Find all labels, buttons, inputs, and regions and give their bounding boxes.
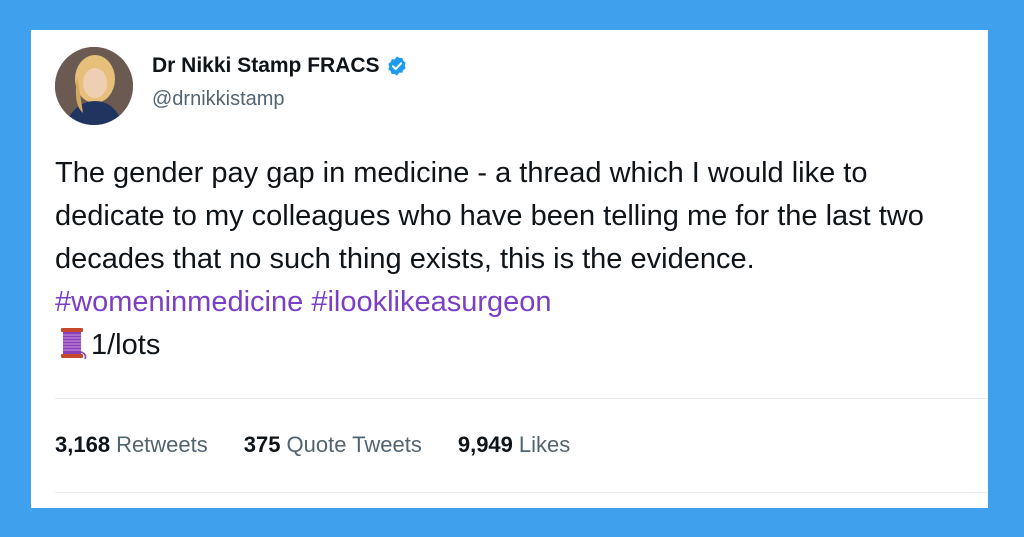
author-display-name[interactable]: Dr Nikki Stamp FRACS [152,54,380,78]
retweets-stat[interactable]: 3,168 Retweets [55,432,208,458]
retweets-label: Retweets [116,432,208,457]
likes-count: 9,949 [457,432,513,457]
likes-stat[interactable]: 9,949 Likes [458,432,570,458]
hashtag-link[interactable]: #ilooklikeasurgeon [311,286,551,318]
verified-badge-icon [387,56,406,76]
author-handle[interactable]: @drnikkistamp [152,88,285,111]
divider [55,492,988,493]
likes-label: Likes [518,432,571,457]
tweet-body-text: The gender pay gap in medicine - a threa… [55,157,924,275]
engagement-stats: 3,168 Retweets 375 Quote Tweets 9,949 Likes [55,432,570,458]
quote-tweets-label: Quote Tweets [286,432,422,457]
tweet-card: Dr Nikki Stamp FRACS @drnikkistamp The g… [31,30,988,508]
thread-marker: 1/lots [91,329,161,361]
quote-tweets-stat[interactable]: 375 Quote Tweets [244,432,422,458]
author-name-row[interactable]: Dr Nikki Stamp FRACS [152,54,408,78]
tweet-text: The gender pay gap in medicine - a threa… [55,152,975,367]
quote-tweets-count: 375 [243,432,281,457]
divider [55,398,988,399]
retweets-count: 3,168 [55,432,111,457]
hashtag-link[interactable]: #womeninmedicine [55,286,303,318]
profile-photo-icon [55,47,133,125]
avatar[interactable] [55,47,133,125]
spool-of-thread-icon [61,328,87,360]
